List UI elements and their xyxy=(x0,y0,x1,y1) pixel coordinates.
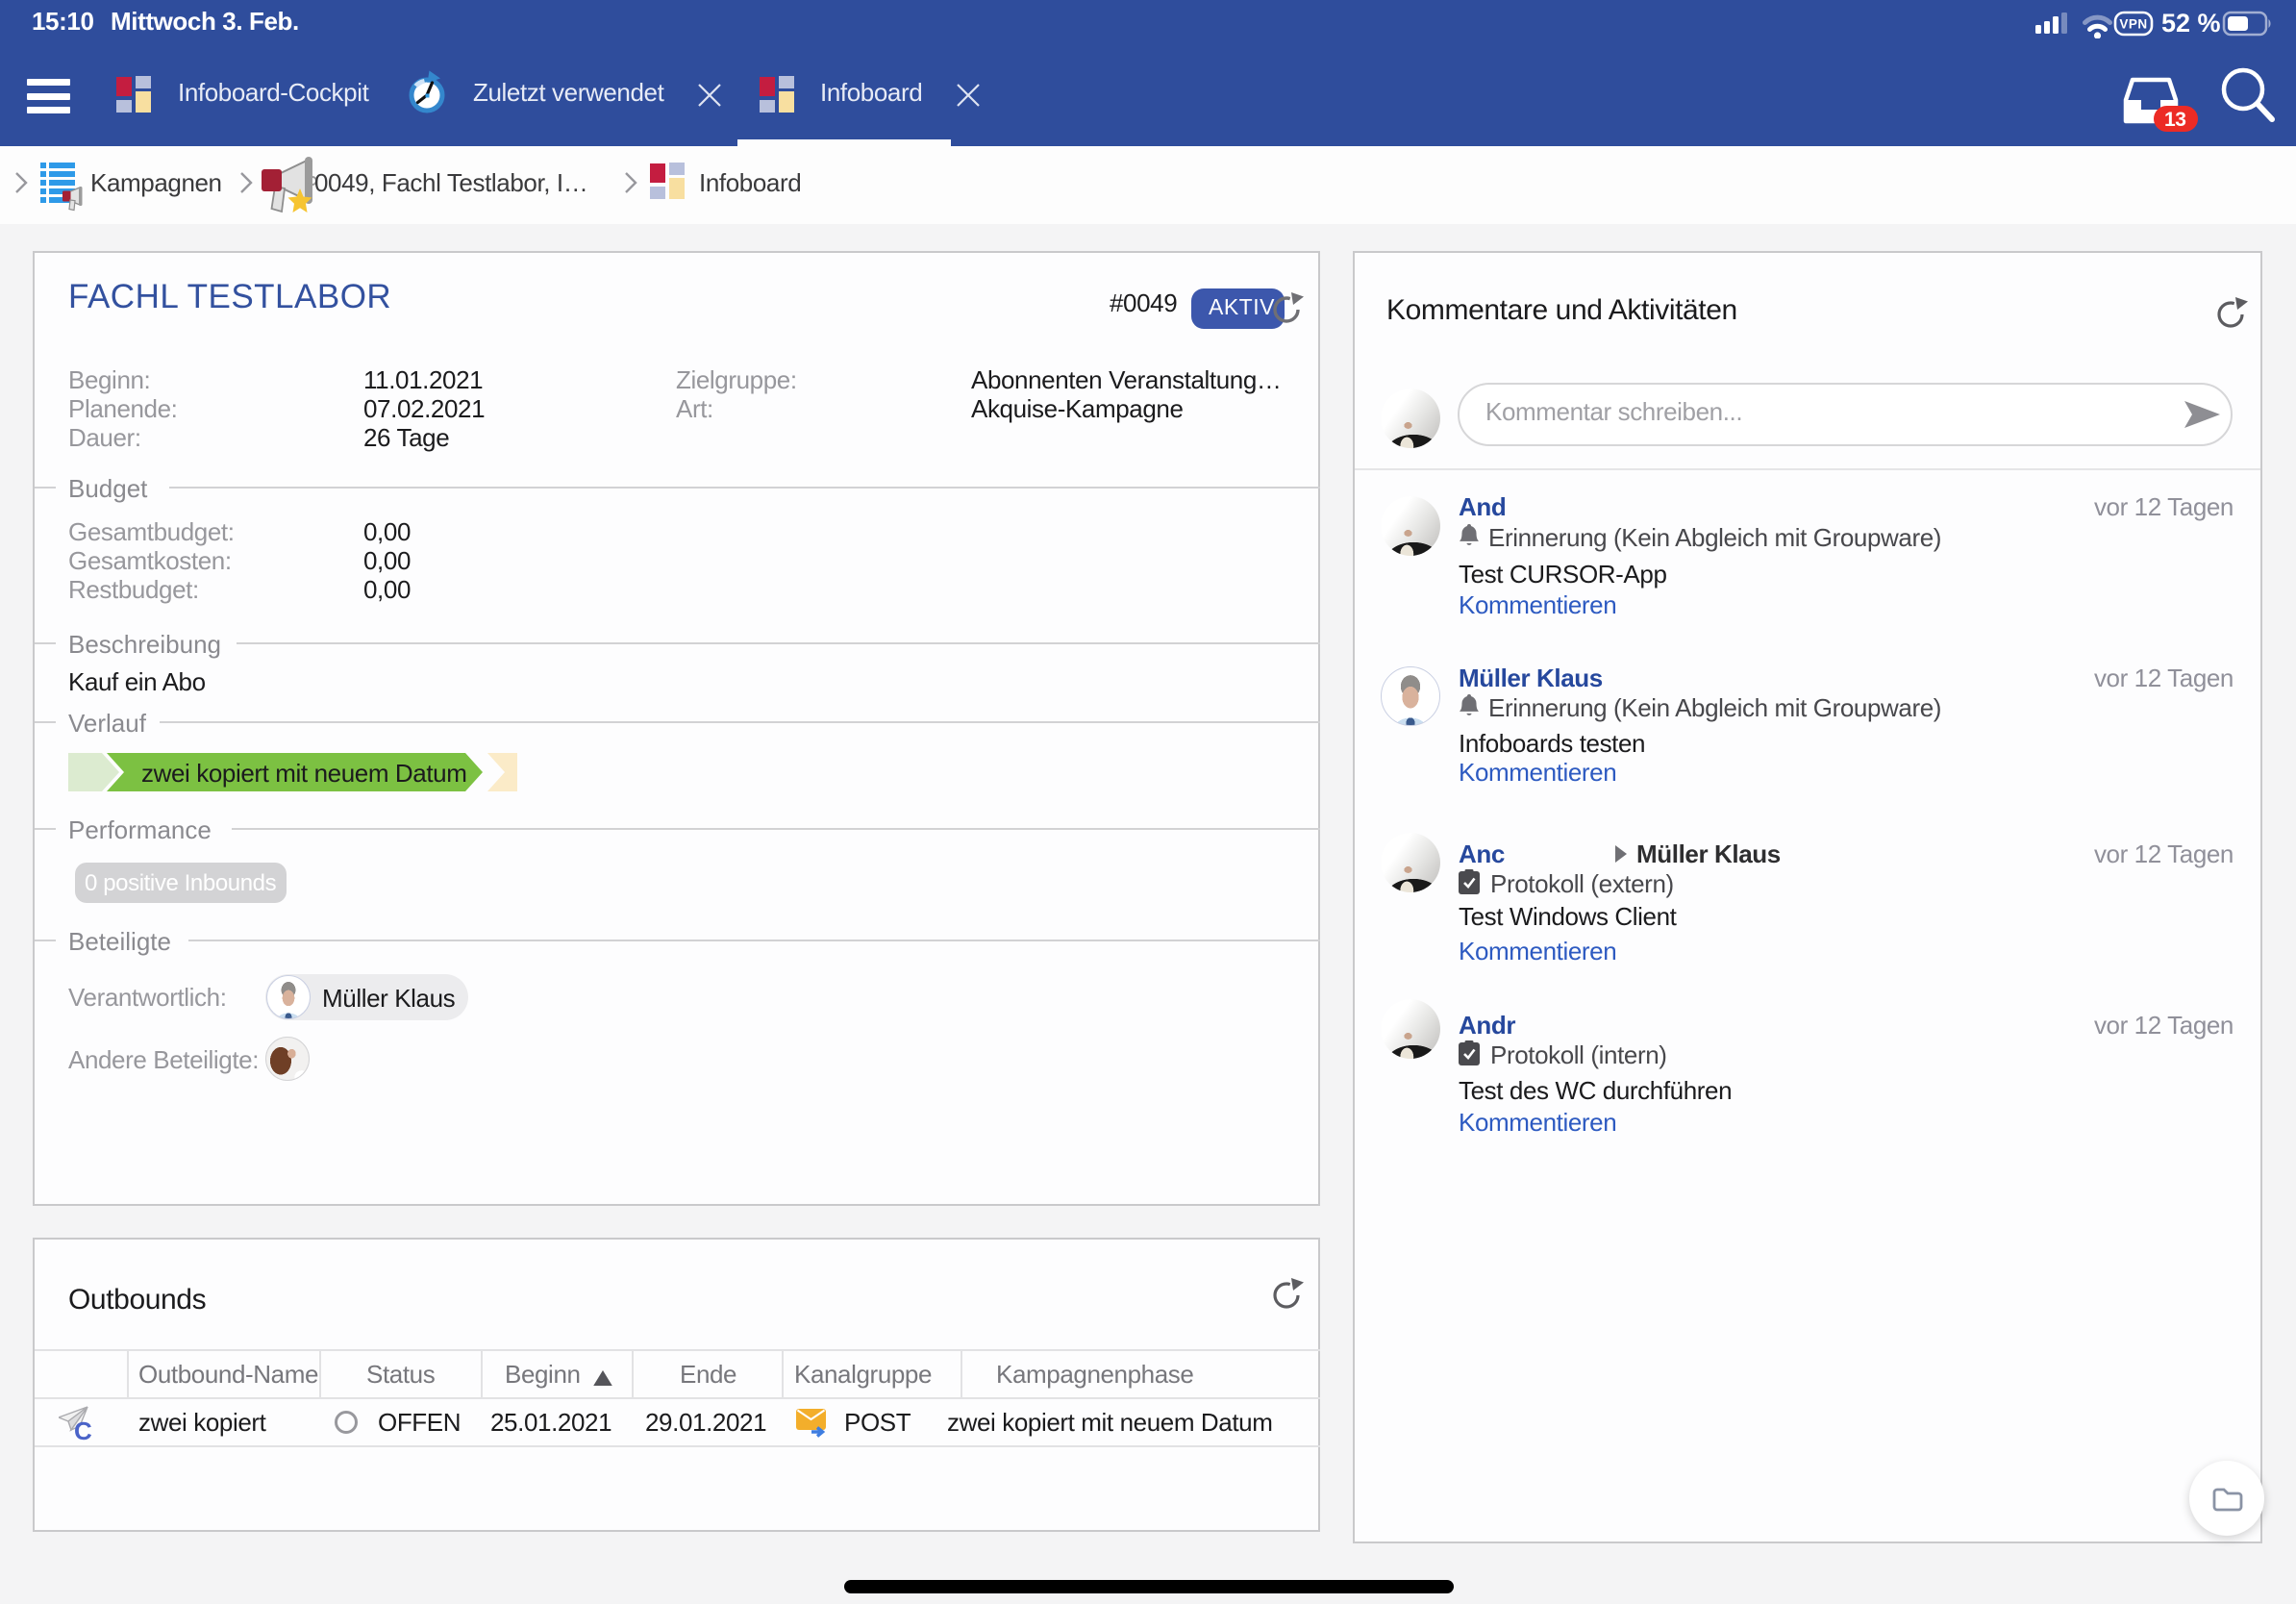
svg-text:C: C xyxy=(74,1416,92,1441)
svg-text:52 %: 52 % xyxy=(2161,9,2221,38)
svg-text:zwei kopiert mit neuem Datum: zwei kopiert mit neuem Datum xyxy=(141,759,466,788)
svg-text:VPN: VPN xyxy=(2119,17,2147,32)
